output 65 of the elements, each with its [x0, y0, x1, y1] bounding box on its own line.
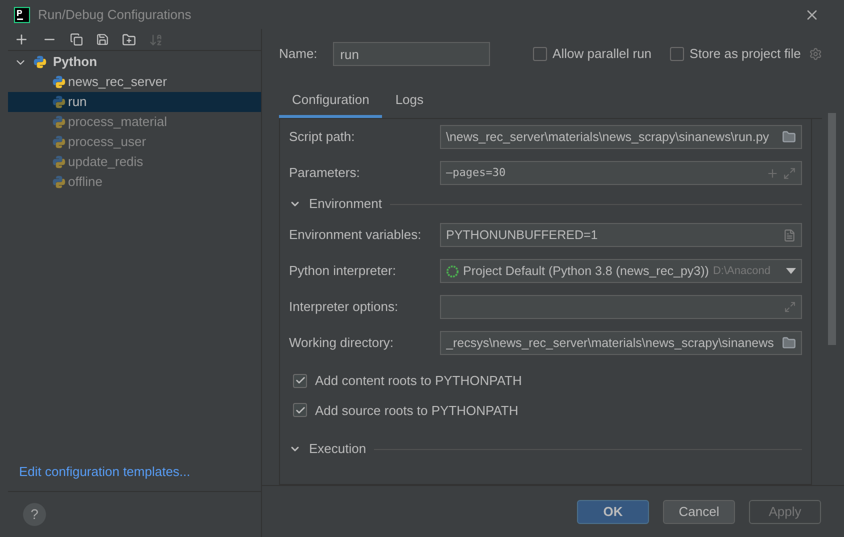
- checkbox-label: Add source roots to PYTHONPATH: [315, 402, 518, 420]
- python-logo-icon: [52, 115, 66, 129]
- tree-item[interactable]: offline: [8, 172, 261, 192]
- working-dir-label: Working directory:: [289, 334, 395, 352]
- tree-item[interactable]: process_user: [8, 132, 261, 152]
- app-logo-icon: [14, 6, 30, 22]
- tree-item[interactable]: news_rec_server: [8, 72, 261, 92]
- interpreter-label: Python interpreter:: [289, 262, 397, 280]
- folder-icon[interactable]: [782, 130, 796, 144]
- env-vars-label: Environment variables:: [289, 226, 422, 244]
- tab[interactable]: Logs: [382, 84, 437, 118]
- tree-item-label: Python: [53, 53, 98, 72]
- python-logo-icon: [52, 175, 66, 189]
- document-icon[interactable]: [783, 228, 796, 242]
- add-icon[interactable]: [14, 32, 29, 47]
- checkbox[interactable]: [532, 47, 547, 61]
- dropdown-caret-icon: [786, 268, 796, 274]
- loading-ring-icon: [446, 264, 459, 278]
- folder-add-icon[interactable]: [122, 32, 136, 46]
- interpreter-options-field[interactable]: [440, 295, 802, 319]
- scrollbar-thumb[interactable]: [828, 113, 836, 345]
- parameters-field[interactable]: —pages=30: [440, 161, 802, 185]
- checkbox[interactable]: [670, 47, 684, 61]
- field-value: PYTHONUNBUFFERED=1: [446, 226, 599, 244]
- script-path-field[interactable]: \news_rec_server\materials\news_scrapy\sinanews\run.py: [440, 125, 802, 149]
- expand-icon[interactable]: [783, 166, 796, 180]
- check-icon: [294, 404, 306, 416]
- checkbox-label: Add content roots to PYTHONPATH: [315, 372, 522, 390]
- section-title: Environment: [309, 195, 382, 214]
- name-label: Name:: [279, 45, 318, 64]
- save-icon[interactable]: [96, 33, 109, 46]
- option-label: Allow parallel run: [552, 45, 652, 64]
- python-logo-icon: [52, 75, 66, 89]
- gear-icon[interactable]: [808, 47, 822, 61]
- check-icon: [294, 375, 306, 386]
- tree-item[interactable]: process_material: [8, 112, 261, 132]
- env-vars-field[interactable]: PYTHONUNBUFFERED=1: [440, 223, 802, 247]
- parameters-label: Parameters:: [289, 164, 361, 182]
- ok-button[interactable]: OK: [577, 500, 649, 524]
- field-value: —pages=30: [446, 164, 507, 181]
- window-title: Run/Debug Configurations: [38, 6, 192, 24]
- folder-icon[interactable]: [782, 336, 796, 350]
- python-logo-icon: [52, 95, 66, 109]
- tree-item[interactable]: run: [8, 92, 261, 112]
- tree-item[interactable]: Python: [8, 52, 261, 72]
- interpreter-value: Project Default (Python 3.8 (news_rec_py3)): [463, 262, 709, 280]
- option-label: Store as project file: [690, 45, 801, 64]
- field-value: _recsys\news_rec_server\materials\news_scrapy\sinanews: [446, 334, 775, 352]
- help-button[interactable]: ?: [23, 503, 46, 526]
- script-path-label: Script path:: [289, 128, 356, 146]
- python-logo-icon: [52, 135, 66, 149]
- expand-icon[interactable]: [784, 301, 796, 313]
- interpreter-options-label: Interpreter options:: [289, 298, 400, 316]
- checkbox[interactable]: [293, 374, 307, 388]
- tree-item[interactable]: update_redis: [8, 152, 261, 172]
- python-logo-icon: [33, 55, 47, 69]
- working-dir-field[interactable]: _recsys\news_rec_server\materials\news_scrapy\sinanews: [440, 331, 802, 355]
- section-title: Execution: [309, 440, 366, 458]
- copy-icon[interactable]: [70, 33, 83, 46]
- edit-templates-link[interactable]: Edit configuration templates...: [19, 462, 190, 482]
- field-value: \news_rec_server\materials\news_scrapy\sinanews\run.py: [446, 128, 770, 146]
- checkbox[interactable]: [293, 403, 307, 418]
- dialog-button[interactable]: Cancel: [663, 500, 735, 524]
- python-logo-icon: [52, 155, 66, 169]
- name-field[interactable]: run: [333, 42, 490, 66]
